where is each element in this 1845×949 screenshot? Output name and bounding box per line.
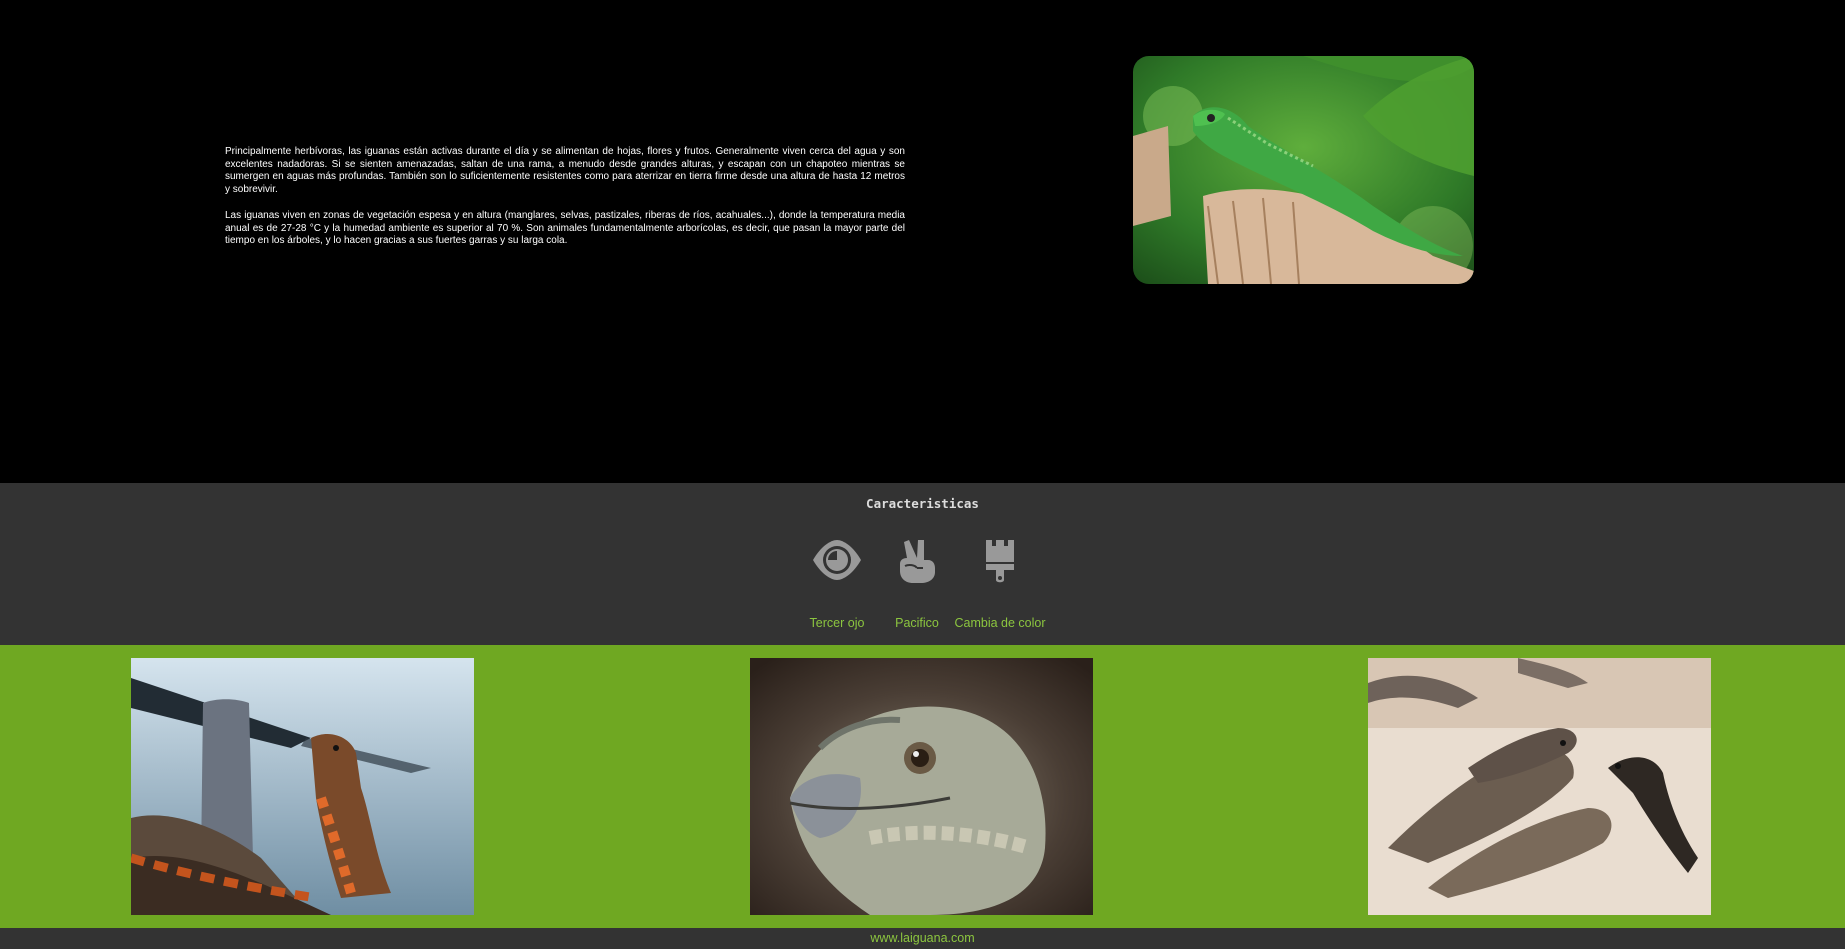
gallery-section [0, 645, 1845, 928]
iguanas-on-sand-photo [1368, 658, 1711, 915]
green-iguana-photo [1133, 56, 1474, 284]
eye-icon [813, 540, 861, 580]
feature-label-cambia-de-color: Cambia de color [954, 616, 1046, 630]
hero-paragraph-1: Principalmente herbívoras, las iguanas e… [225, 146, 905, 195]
hero-paragraph-2: Las iguanas viven en zonas de vegetación… [225, 210, 905, 246]
iguana-head-photo [750, 658, 1093, 915]
feature-cambia-de-color: Cambia de color [950, 538, 1050, 630]
hero-section: Principalmente herbívoras, las iguanas e… [0, 0, 1845, 483]
features-section: Caracteristicas Tercer ojo Pacifico Camb… [0, 483, 1845, 645]
features-title: Caracteristicas [866, 496, 979, 511]
paintbrush-icon [986, 540, 1014, 583]
footer-site-link[interactable]: www.laiguana.com [0, 931, 1845, 945]
hero-text: Principalmente herbívoras, las iguanas e… [225, 146, 905, 262]
footer: www.laiguana.com [0, 928, 1845, 949]
orange-iguana-photo [131, 658, 474, 915]
peace-hand-icon [900, 540, 935, 583]
